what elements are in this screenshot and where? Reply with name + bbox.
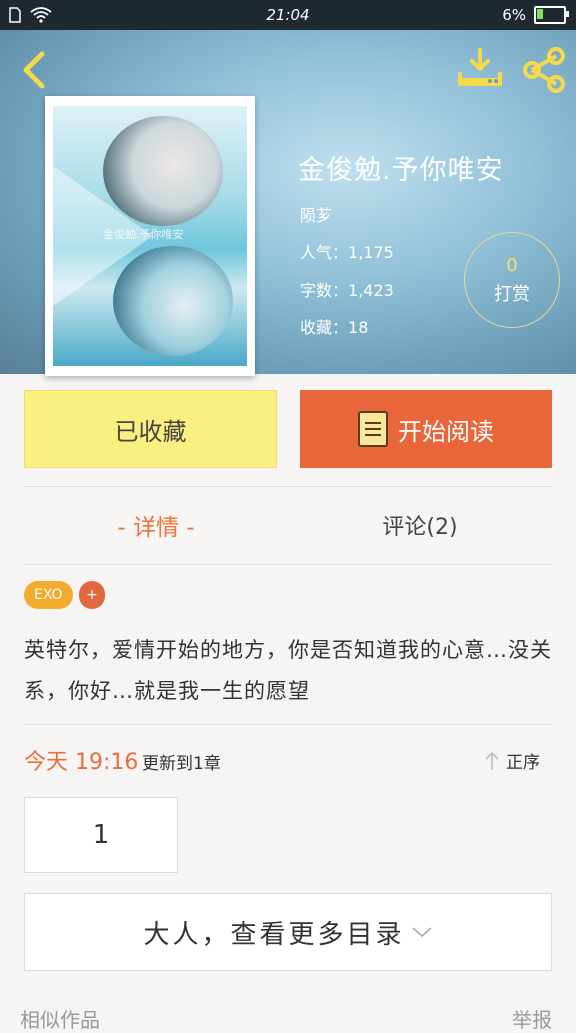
more-catalog-label: 大人，查看更多目录 — [143, 919, 405, 950]
favorited-button[interactable]: 已收藏 — [24, 390, 277, 468]
tab-detail[interactable]: - 详情 - — [24, 496, 288, 554]
favorites-label: 收藏： — [300, 318, 349, 337]
wordcount-label: 字数： — [300, 281, 349, 300]
download-icon[interactable] — [456, 48, 504, 92]
favorites-value: 18 — [348, 318, 369, 337]
cover-title: 金俊勉.予你唯安 — [103, 228, 184, 241]
popularity-label: 人气： — [300, 243, 349, 262]
wordcount-value: 1,423 — [348, 281, 394, 300]
divider — [24, 486, 552, 487]
battery-icon — [534, 6, 569, 24]
start-reading-label: 开始阅读 — [398, 417, 494, 446]
more-catalog-button[interactable]: 大人，查看更多目录 — [24, 893, 552, 971]
status-bar: 21:04 6% — [0, 0, 576, 30]
cover-image: 金俊勉.予你唯安 — [53, 106, 247, 366]
sort-up-arrow-icon — [485, 751, 499, 770]
sort-order-label: 正序 — [506, 753, 540, 773]
back-arrow-icon[interactable] — [14, 48, 54, 92]
start-reading-button[interactable]: 开始阅读 — [300, 390, 552, 468]
share-icon[interactable] — [520, 46, 568, 94]
favorites-stat: 收藏：18 — [300, 314, 368, 338]
book-icon — [358, 411, 388, 447]
tab-comments[interactable]: 评论(2) — [288, 496, 552, 554]
tip-label: 打赏 — [494, 284, 530, 305]
battery-percent: 6% — [502, 6, 526, 24]
update-text: 更新到1章 — [142, 754, 221, 774]
tip-button[interactable]: 0 打赏 — [464, 232, 560, 328]
divider — [24, 564, 552, 565]
chevron-down-icon — [411, 927, 432, 938]
book-title: 金俊勉.予你唯安 — [298, 155, 504, 186]
status-time: 21:04 — [266, 6, 310, 24]
book-author[interactable]: 陨芗 — [300, 202, 332, 226]
popularity-stat: 人气：1,175 — [300, 239, 394, 263]
status-right: 6% — [502, 0, 569, 30]
book-description: 英特尔，爱情开始的地方，你是否知道我的心意…没关系，你好…就是我一生的愿望 — [24, 638, 552, 703]
book-cover[interactable]: 金俊勉.予你唯安 — [45, 96, 255, 376]
divider — [24, 724, 552, 725]
popularity-value: 1,175 — [348, 243, 394, 262]
wordcount-stat: 字数：1,423 — [300, 277, 394, 301]
tip-count: 0 — [506, 255, 518, 276]
report-link[interactable]: 举报 — [512, 1004, 552, 1033]
similar-works-heading: 相似作品 — [20, 1008, 100, 1032]
sort-order-toggle[interactable]: 正序 — [484, 748, 540, 773]
add-tag-button[interactable]: + — [79, 581, 105, 609]
update-time: 今天 19:16 — [24, 750, 139, 775]
tag-exo[interactable]: EXO — [24, 581, 73, 609]
chapter-item[interactable]: 1 — [24, 797, 178, 873]
